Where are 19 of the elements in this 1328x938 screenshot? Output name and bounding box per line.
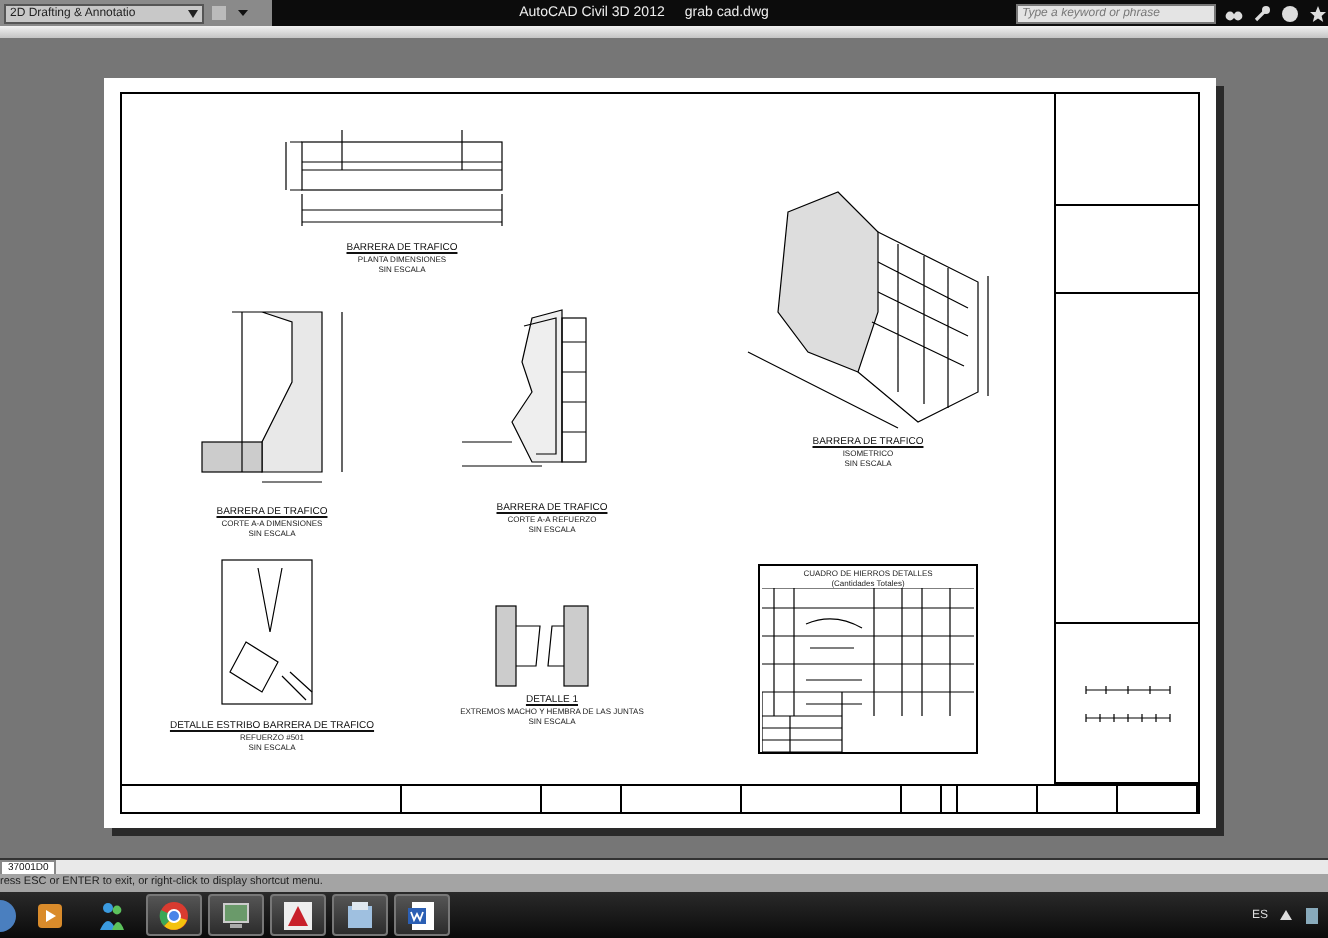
people-icon	[96, 899, 128, 931]
word-processor-icon	[406, 899, 438, 931]
scale-bar-drawing	[1083, 709, 1171, 725]
caret-icon[interactable]	[1280, 910, 1292, 920]
taskbar-button[interactable]	[208, 894, 264, 936]
taskbar-button[interactable]	[394, 894, 450, 936]
folder-icon	[344, 899, 376, 931]
taskbar-button[interactable]	[146, 894, 202, 936]
taskbar-button[interactable]	[332, 894, 388, 936]
monitor-icon	[220, 899, 252, 931]
cad-app-icon	[282, 899, 314, 931]
browser-icon	[158, 899, 190, 931]
start-icon[interactable]	[0, 897, 16, 933]
star-icon[interactable]	[1308, 3, 1328, 23]
play-icon	[34, 899, 66, 931]
caret-icon	[188, 9, 198, 17]
scale-bar-drawing	[1083, 681, 1171, 697]
taskbar-button[interactable]	[270, 894, 326, 936]
wrench-icon[interactable]	[1252, 3, 1272, 23]
